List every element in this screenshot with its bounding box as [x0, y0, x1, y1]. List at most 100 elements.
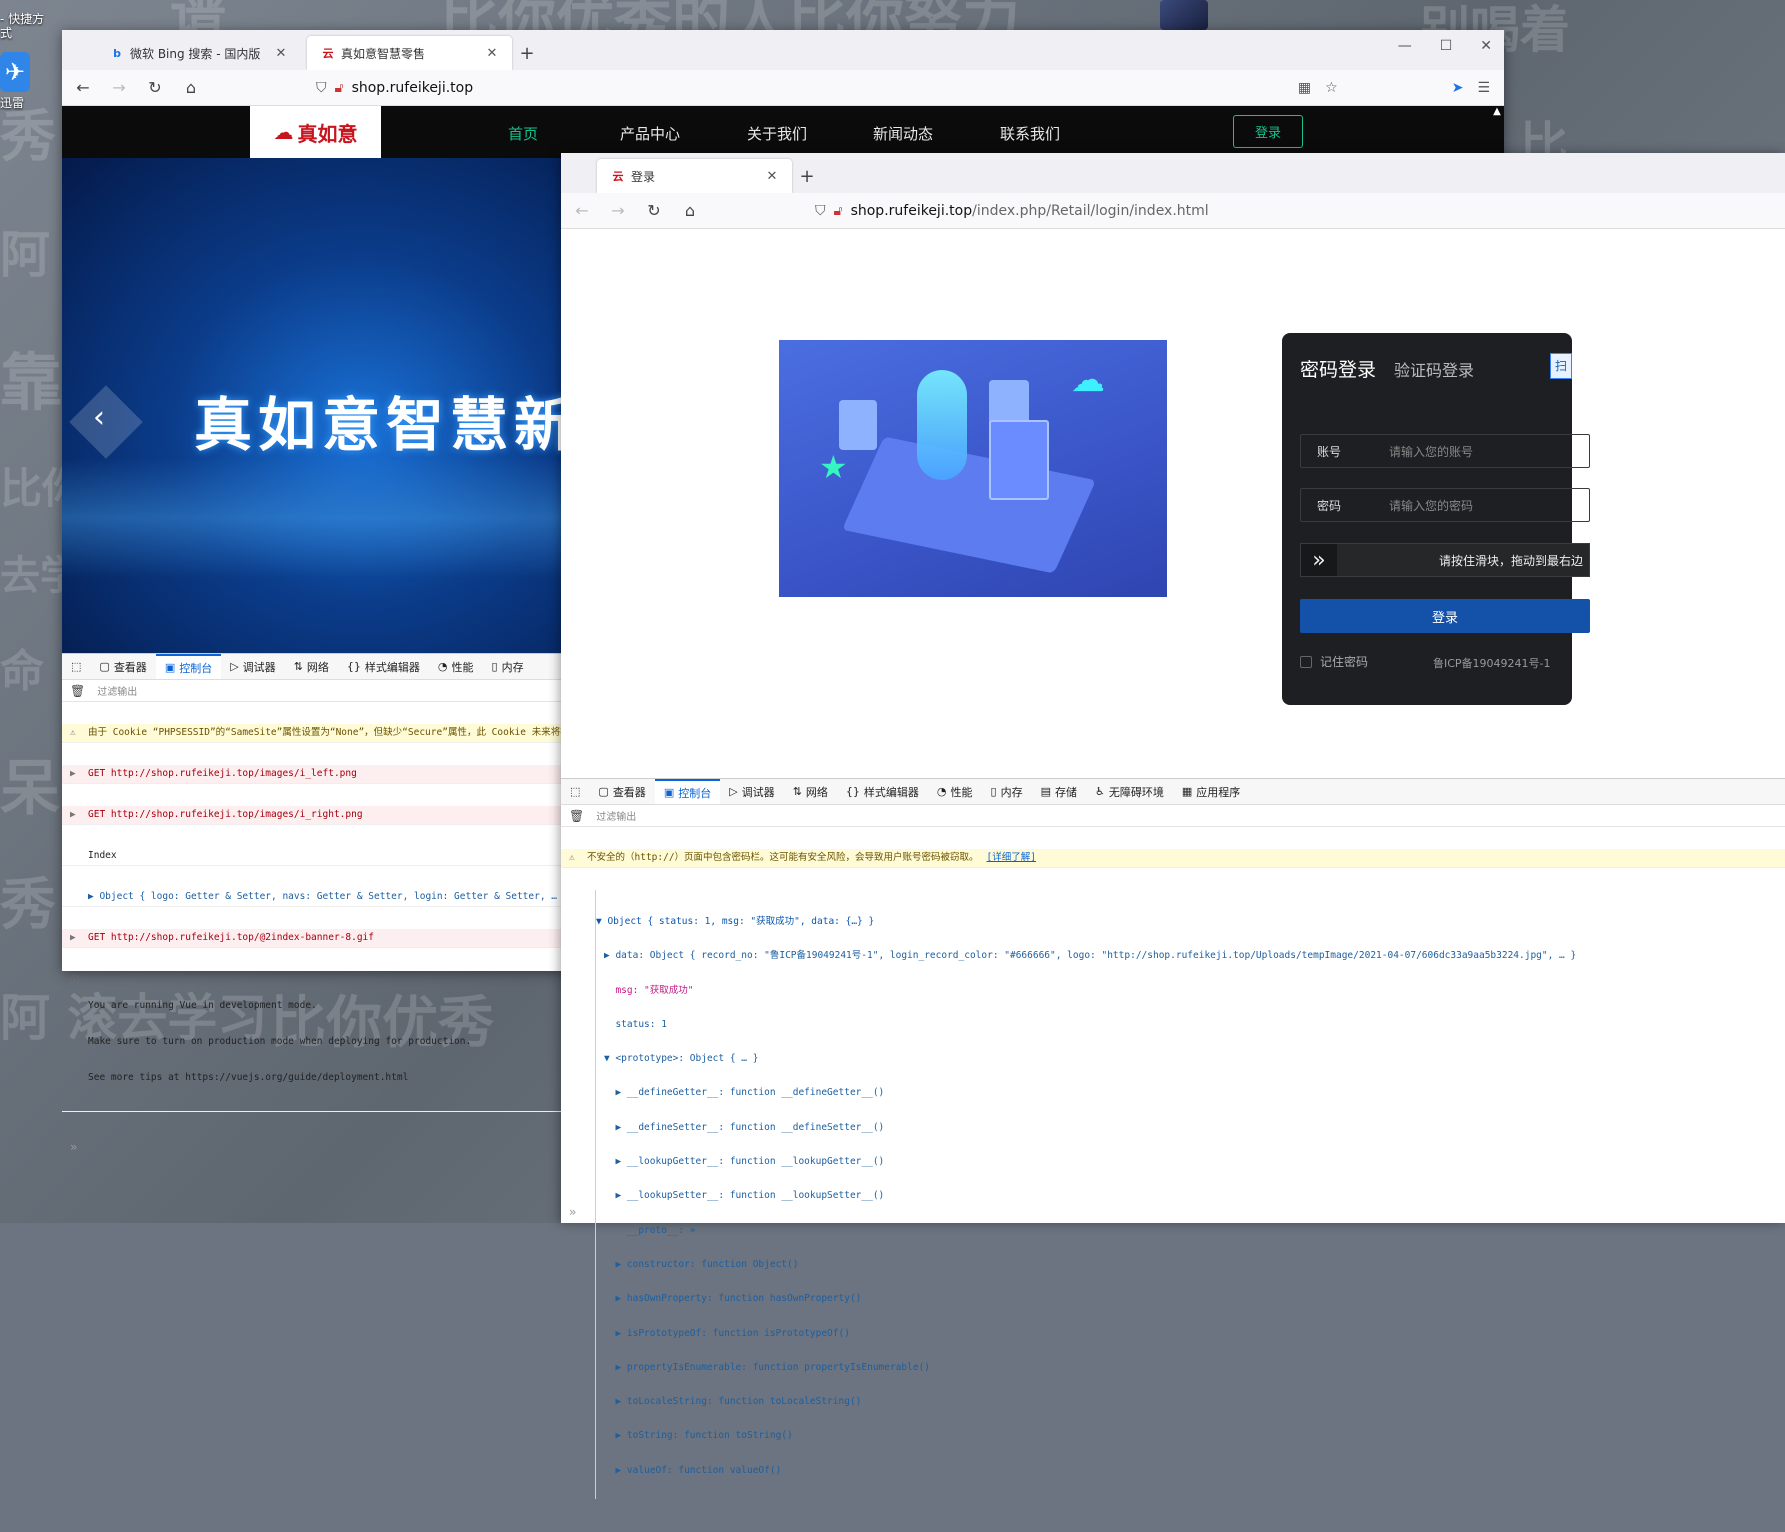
devtools-tab-performance[interactable]: ◔ 性能	[429, 654, 483, 679]
devtools-tab-inspector[interactable]: ▢ 查看器	[90, 654, 155, 679]
devtools-tab-console[interactable]: ▣ 控制台	[155, 654, 222, 679]
tree-row[interactable]: ▶ valueOf: function valueOf()	[596, 1465, 1785, 1477]
tree-row[interactable]: ▶ constructor: function Object()	[596, 1259, 1785, 1271]
devtools-tab-style-editor[interactable]: {} 样式编辑器	[837, 779, 928, 804]
devtools-tab-style-editor[interactable]: {} 样式编辑器	[338, 654, 429, 679]
url-bar[interactable]: ⛉ 🔓︎ shop.rufeikeji.top	[316, 74, 1284, 102]
new-tab-button[interactable]: +	[792, 159, 822, 193]
close-button[interactable]: ✕	[1480, 38, 1492, 54]
tree-row[interactable]: ▶ __lookupSetter__: function __lookupSet…	[596, 1190, 1785, 1202]
url-bar[interactable]: ⛉ 🔓︎ shop.rufeikeji.top/index.php/Retail…	[815, 197, 1785, 225]
filter-input[interactable]: 过滤输出	[97, 683, 137, 698]
devtools-tab-network[interactable]: ⇅ 网络	[285, 654, 338, 679]
remember-checkbox[interactable]	[1300, 655, 1312, 668]
tree-row[interactable]: ▶ propertyIsEnumerable: function propert…	[596, 1362, 1785, 1374]
banner-prev-button[interactable]	[69, 385, 143, 459]
tab-title: 微软 Bing 搜索 - 国内版	[130, 46, 261, 61]
console-log[interactable]: ▶ Object { logo: Getter & Setter, navs: …	[62, 888, 562, 907]
devtools-tab-debugger[interactable]: ▷ 调试器	[221, 654, 284, 679]
maximize-button[interactable]: ☐	[1440, 38, 1453, 54]
forward-icon[interactable]: →	[108, 78, 130, 97]
close-icon[interactable]: ✕	[273, 46, 289, 61]
devtools-tab-accessibility[interactable]: ♿︎ 无障碍环境	[1086, 779, 1173, 804]
insecure-lock-icon[interactable]: 🔓︎	[834, 203, 843, 219]
menu-icon[interactable]: ☰	[1477, 80, 1490, 96]
devtools-tab-application[interactable]: ▦ 应用程序	[1173, 779, 1249, 804]
nav-products[interactable]: 产品中心	[620, 123, 680, 144]
login-submit-button[interactable]: 登录	[1300, 599, 1590, 633]
account-input[interactable]: 请输入您的账号	[1371, 443, 1473, 460]
scroll-up-icon[interactable]: ▲	[1490, 106, 1504, 118]
close-icon[interactable]: ✕	[764, 169, 780, 184]
site-logo[interactable]: ☁ 真如意	[250, 106, 381, 158]
tab-shop[interactable]: 云 真如意智慧零售 ✕	[307, 36, 512, 70]
nav-news[interactable]: 新闻动态	[873, 123, 933, 144]
hero-illustration: ☁ ★	[779, 340, 1167, 597]
tree-row[interactable]: ▶ __defineSetter__: function __defineSet…	[596, 1122, 1785, 1134]
devtools-tab-debugger[interactable]: ▷ 调试器	[720, 779, 783, 804]
insecure-lock-icon[interactable]: 🔓︎	[335, 80, 344, 96]
minimize-button[interactable]: —	[1398, 38, 1412, 54]
console-input[interactable]: »	[62, 1134, 562, 1160]
console-input[interactable]: »	[569, 1205, 576, 1219]
devtools-tab-storage[interactable]: ▤ 存储	[1032, 779, 1086, 804]
tree-row[interactable]: ▼ Object { status: 1, msg: "获取成功", data:…	[596, 916, 1785, 928]
watermark: 命	[0, 646, 44, 697]
console-error[interactable]: ▶ GET http://shop.rufeikeji.top/@2index-b…	[62, 929, 562, 948]
header-login-button[interactable]: 登录	[1233, 115, 1303, 148]
devtools-tab-memory[interactable]: ▯ 内存	[982, 779, 1032, 804]
home-icon[interactable]: ⌂	[679, 201, 701, 220]
devtools-tab-inspector[interactable]: ▢ 查看器	[589, 779, 654, 804]
shield-icon[interactable]: ⛉	[815, 203, 826, 219]
home-icon[interactable]: ⌂	[180, 78, 202, 97]
nav-about[interactable]: 关于我们	[747, 123, 807, 144]
reload-icon[interactable]: ↻	[144, 78, 166, 97]
back-icon[interactable]: ←	[571, 201, 593, 220]
devtools-tab-network[interactable]: ⇅ 网络	[784, 779, 837, 804]
nav-contact[interactable]: 联系我们	[1000, 123, 1060, 144]
devtools-tab-performance[interactable]: ◔ 性能	[928, 779, 982, 804]
devtools-tab-memory[interactable]: ▯ 内存	[483, 654, 533, 679]
tree-row[interactable]: ▶ toLocaleString: function toLocaleStrin…	[596, 1396, 1785, 1408]
qr-login-button[interactable]: 扫	[1550, 353, 1572, 379]
bing-icon: b	[113, 46, 121, 60]
tree-row[interactable]: ▶ __lookupGetter__: function __lookupGet…	[596, 1156, 1785, 1168]
account-field[interactable]: 账号 请输入您的账号	[1300, 434, 1590, 468]
password-field[interactable]: 密码 请输入您的密码	[1300, 488, 1590, 522]
trash-icon[interactable]: 🗑︎	[70, 684, 85, 698]
trash-icon[interactable]: 🗑︎	[569, 809, 584, 823]
bookmark-star-icon[interactable]: ☆	[1325, 80, 1338, 96]
pick-element-icon[interactable]: ⬚	[561, 779, 589, 804]
double-chevron-right-icon[interactable]: »	[1301, 544, 1337, 576]
reload-icon[interactable]: ↻	[643, 201, 665, 220]
qr-code-icon[interactable]: ▦	[1298, 80, 1311, 96]
url-path: /index.php/Retail/login/index.html	[972, 202, 1209, 219]
tree-row[interactable]: ▶ isPrototypeOf: function isPrototypeOf(…	[596, 1328, 1785, 1340]
tree-row[interactable]: ▶ __defineGetter__: function __defineGet…	[596, 1087, 1785, 1099]
tree-row[interactable]: ▶ hasOwnProperty: function hasOwnPropert…	[596, 1293, 1785, 1305]
tree-row[interactable]: ▼ <prototype>: Object { … }	[596, 1053, 1785, 1065]
icp-record[interactable]: 鲁ICP备19049241号-1	[1433, 655, 1551, 671]
nav-home[interactable]: 首页	[508, 123, 538, 144]
shield-icon[interactable]: ⛉	[316, 80, 327, 96]
learn-more-link[interactable]: [详细了解]	[987, 852, 1036, 864]
pointer-extension-icon[interactable]: ➤	[1452, 80, 1464, 96]
forward-icon[interactable]: →	[607, 201, 629, 220]
filter-input[interactable]: 过滤输出	[596, 808, 636, 823]
new-tab-button[interactable]: +	[512, 36, 542, 70]
console-error[interactable]: ▶ GET http://shop.rufeikeji.top/images/i_…	[62, 806, 562, 825]
tree-row[interactable]: ▶ data: Object { record_no: "鲁ICP备190492…	[596, 950, 1785, 962]
tree-row[interactable]: ▶ toString: function toString()	[596, 1430, 1785, 1442]
console-error[interactable]: ▶ GET http://shop.rufeikeji.top/images/i_…	[62, 765, 562, 784]
tab-login[interactable]: 云 登录 ✕	[597, 159, 792, 193]
close-icon[interactable]: ✕	[484, 46, 500, 61]
pick-element-icon[interactable]: ⬚	[62, 654, 90, 679]
thunder-shortcut-icon[interactable]: ✈	[0, 52, 30, 92]
back-icon[interactable]: ←	[72, 78, 94, 97]
tab-bing[interactable]: b 微软 Bing 搜索 - 国内版 ✕	[96, 36, 301, 70]
warning-icon: ⚠	[569, 852, 575, 863]
password-input[interactable]: 请输入您的密码	[1371, 497, 1473, 514]
devtools-tab-console[interactable]: ▣ 控制台	[654, 779, 721, 804]
tab-sms-login[interactable]: 验证码登录	[1394, 355, 1474, 382]
tab-password-login[interactable]: 密码登录	[1300, 355, 1376, 382]
